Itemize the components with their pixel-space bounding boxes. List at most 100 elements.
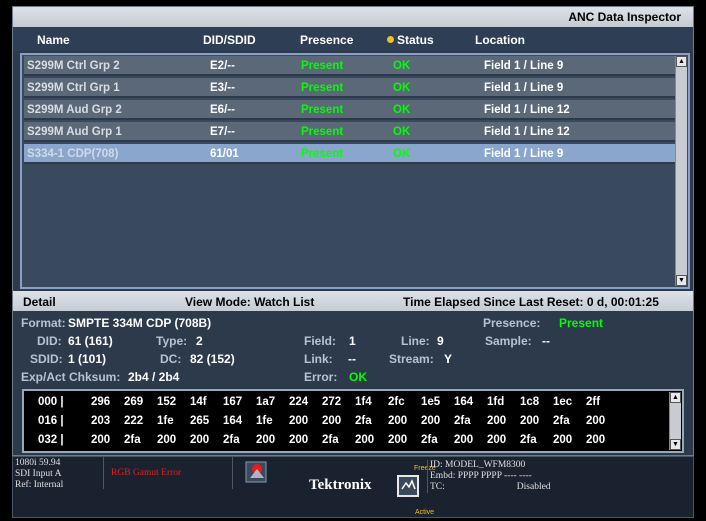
col-did-sdid[interactable]: DID/SDID <box>203 33 256 47</box>
hex-cell: 14f <box>190 396 207 408</box>
anc-packet-list[interactable]: S299M Ctrl Grp 2 E2/-- Present OK Field … <box>20 53 690 289</box>
freeze-icon[interactable] <box>397 475 419 497</box>
row-location: Field 1 / Line 9 <box>484 82 564 94</box>
hex-cell: 200 <box>322 415 342 427</box>
hex-cell: 200 <box>388 434 408 446</box>
status-bar-frame: 1080i 59.94 SDI Input A Ref: Internal RG… <box>12 456 694 518</box>
hex-cell: 2fa <box>553 415 570 427</box>
view-mode[interactable]: View Mode: Watch List <box>185 295 314 309</box>
list-row-selected[interactable]: S334-1 CDP(708) 61/01 Present OK Field 1… <box>24 144 676 164</box>
stream-label: Stream: <box>389 352 434 366</box>
presence-label: Presence: <box>483 316 541 330</box>
timecode-value: Disabled <box>516 482 551 492</box>
hex-cell: 203 <box>91 415 111 427</box>
hex-cell: 2fa <box>520 434 537 446</box>
scroll-up-icon[interactable]: ▲ <box>676 56 687 67</box>
row-presence: Present <box>301 82 344 94</box>
row-did: 61/01 <box>210 148 239 160</box>
hex-data-view[interactable]: 000 | 296 269 152 14f 167 1a7 224 272 1f… <box>22 389 684 453</box>
row-did: E2/-- <box>210 60 235 72</box>
hex-cell: 1e5 <box>421 396 441 408</box>
hex-cell: 200 <box>256 434 276 446</box>
list-row[interactable]: S299M Aud Grp 2 E6/-- Present OK Field 1… <box>24 100 676 120</box>
device-id: ID: MODEL_WFM8300 <box>430 460 526 470</box>
app-title: ANC Data Inspector <box>568 10 681 24</box>
hex-offset: 032 | <box>38 434 64 446</box>
hex-scrollbar[interactable]: ▲ ▼ <box>669 392 681 450</box>
hex-cell: 200 <box>553 434 573 446</box>
row-location: Field 1 / Line 12 <box>484 126 570 138</box>
status-bar: 1080i 59.94 SDI Input A Ref: Internal RG… <box>0 456 706 521</box>
hex-cell: 2fa <box>355 415 372 427</box>
hex-cell: 222 <box>124 415 144 427</box>
col-name[interactable]: Name <box>37 33 70 47</box>
anc-data-inspector-panel: ANC Data Inspector Name DID/SDID Presenc… <box>12 6 694 456</box>
scroll-up-icon[interactable]: ▲ <box>670 392 681 403</box>
row-name: S334-1 CDP(708) <box>27 148 119 160</box>
list-row[interactable]: S299M Aud Grp 1 E7/-- Present OK Field 1… <box>24 122 676 142</box>
hex-cell: 200 <box>421 415 441 427</box>
row-presence: Present <box>301 148 344 160</box>
field-label: Field: <box>304 334 336 348</box>
detail-header: Detail View Mode: Watch List Time Elapse… <box>13 291 693 311</box>
hex-cell: 224 <box>289 396 309 408</box>
row-presence: Present <box>301 60 344 72</box>
checksum-label: Exp/Act Chksum: <box>21 370 121 384</box>
scroll-down-icon[interactable]: ▼ <box>676 275 687 286</box>
alarm-icon[interactable] <box>245 461 267 483</box>
format-label: Format: <box>21 316 66 330</box>
sdid-value: 1 (101) <box>68 352 107 366</box>
hex-row: 016 | 203 222 1fe 265 164 1fe 200 200 2f… <box>24 412 664 432</box>
scroll-down-icon[interactable]: ▼ <box>670 439 681 450</box>
list-row[interactable]: S299M Ctrl Grp 1 E3/-- Present OK Field … <box>24 78 676 98</box>
hex-cell: 1ec <box>553 396 573 408</box>
col-location[interactable]: Location <box>475 33 525 47</box>
input-name: SDI Input A <box>15 469 62 479</box>
hex-cell: 296 <box>91 396 111 408</box>
did-value: 61 (161) <box>68 334 113 348</box>
hex-cell: 200 <box>388 415 408 427</box>
row-did: E6/-- <box>210 104 235 116</box>
video-format: 1080i 59.94 <box>15 458 61 468</box>
row-location: Field 1 / Line 9 <box>484 148 564 160</box>
list-scrollbar[interactable]: ▲ ▼ <box>675 56 687 286</box>
row-name: S299M Aud Grp 1 <box>27 126 122 138</box>
hex-cell: 2ff <box>586 396 601 408</box>
type-label: Type: <box>156 334 188 348</box>
timecode-label: TC: <box>430 482 445 492</box>
hex-cell: 200 <box>157 434 177 446</box>
link-label: Link: <box>304 352 333 366</box>
brand-name: Tektronix <box>309 477 372 493</box>
embedded-audio: Embd: PPPP PPPP ---- ---- <box>430 471 532 481</box>
hex-offset: 000 | <box>38 396 64 408</box>
col-status[interactable]: Status <box>387 33 434 47</box>
hex-cell: 152 <box>157 396 177 408</box>
list-row[interactable]: S299M Ctrl Grp 2 E2/-- Present OK Field … <box>24 56 676 76</box>
hex-cell: 200 <box>487 434 507 446</box>
stream-value: Y <box>444 352 453 366</box>
error-value: OK <box>349 370 367 384</box>
col-presence[interactable]: Presence <box>300 33 353 47</box>
sample-value: -- <box>542 334 550 348</box>
hex-row: 000 | 296 269 152 14f 167 1a7 224 272 1f… <box>24 393 664 413</box>
hex-cell: 2fa <box>454 415 471 427</box>
hex-row: 032 | 200 2fa 200 200 2fa 200 200 2fa 20… <box>24 431 664 451</box>
hex-cell: 1fd <box>487 396 505 408</box>
row-location: Field 1 / Line 12 <box>484 104 570 116</box>
detail-title: Detail <box>23 295 56 309</box>
hex-cell: 1fe <box>256 415 273 427</box>
hex-cell: 200 <box>190 434 210 446</box>
error-cell: RGB Gamut Error <box>103 457 233 489</box>
active-label: Active <box>415 509 435 516</box>
presence-value: Present <box>559 316 604 330</box>
sort-indicator-icon <box>387 36 394 43</box>
hex-cell: 200 <box>289 434 309 446</box>
row-status: OK <box>393 82 411 94</box>
row-presence: Present <box>301 104 344 116</box>
row-status: OK <box>393 126 411 138</box>
hex-cell: 2fa <box>223 434 240 446</box>
row-location: Field 1 / Line 9 <box>484 60 564 72</box>
hex-cell: 1c8 <box>520 396 540 408</box>
sdid-label: SDID: <box>30 352 63 366</box>
gamut-error: RGB Gamut Error <box>111 468 182 478</box>
